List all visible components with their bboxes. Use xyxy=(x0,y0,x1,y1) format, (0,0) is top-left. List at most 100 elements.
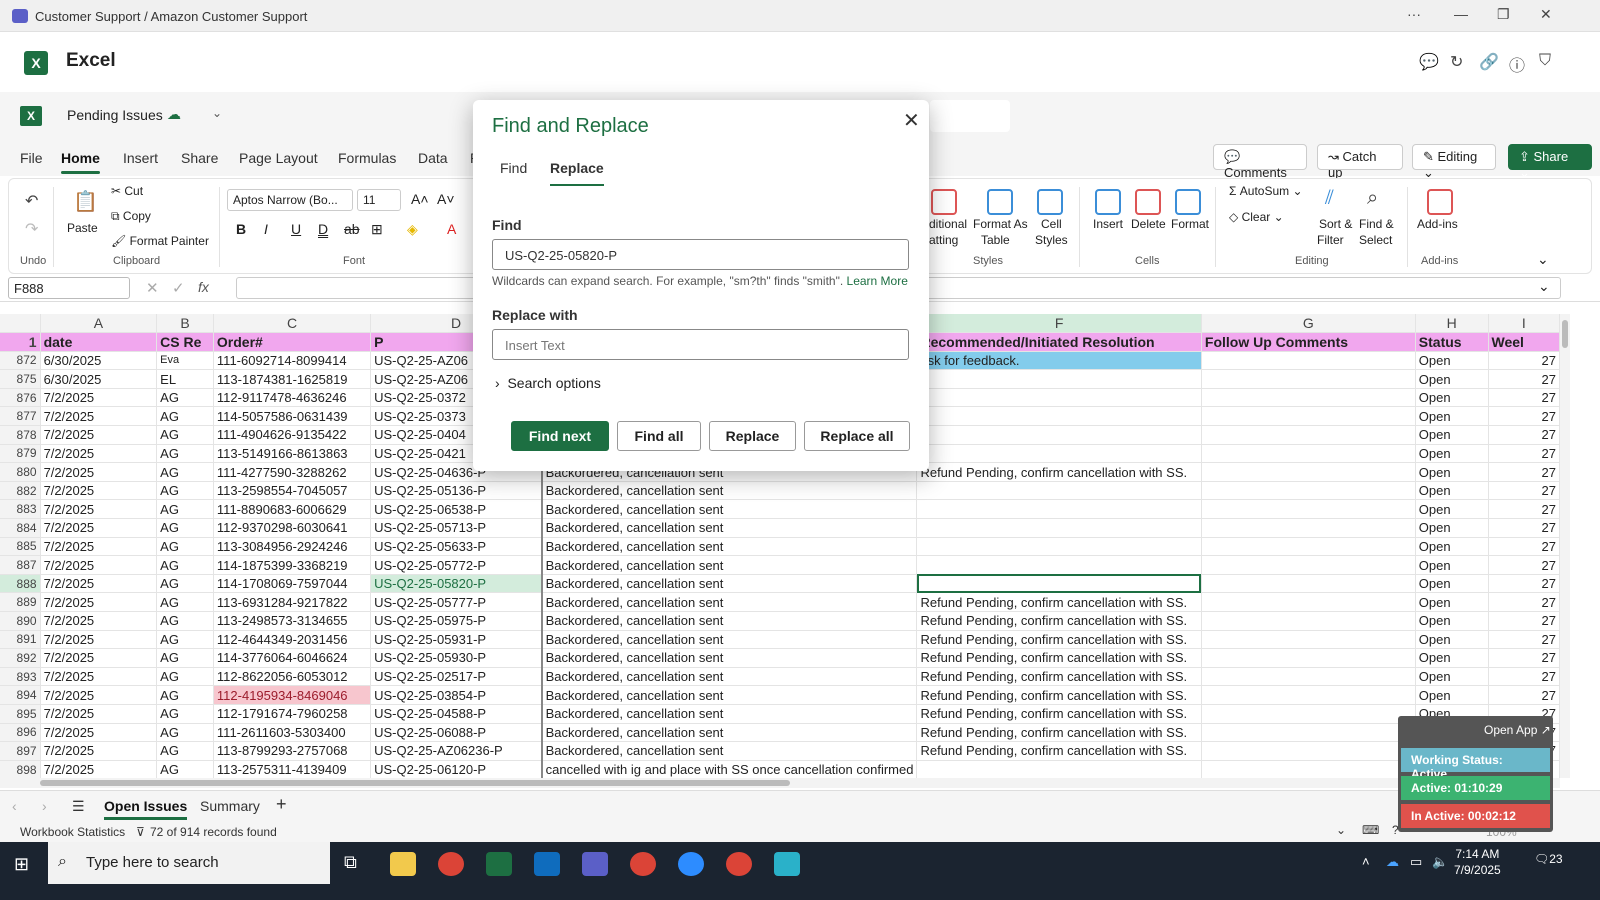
ribbon-collapse-icon[interactable]: ⌄ xyxy=(1537,251,1549,268)
add-ins-button[interactable]: Add-ins xyxy=(1417,217,1458,231)
cell[interactable]: 27 xyxy=(1488,518,1560,538)
row-number[interactable]: 893 xyxy=(0,667,41,687)
find-input[interactable]: US-Q2-25-05820-P xyxy=(492,239,909,270)
cell[interactable]: Open xyxy=(1415,425,1489,445)
cell[interactable]: AG xyxy=(156,667,214,687)
cell[interactable]: 7/2/2025 xyxy=(40,481,158,501)
cell[interactable]: 7/2/2025 xyxy=(40,425,158,445)
row-number[interactable]: 896 xyxy=(0,723,41,743)
conditional-formatting-icon[interactable] xyxy=(931,189,957,215)
cell[interactable]: Backordered, cancellation sent xyxy=(540,537,918,557)
row-number[interactable]: 889 xyxy=(0,592,41,612)
increase-font-icon[interactable]: A˄ xyxy=(411,191,429,207)
cell[interactable]: 27 xyxy=(1488,499,1560,520)
cell[interactable] xyxy=(1201,723,1416,743)
cell[interactable]: 27 xyxy=(1488,388,1560,408)
row-number[interactable]: 875 xyxy=(0,369,41,389)
taskbar-search[interactable]: Type here to search xyxy=(48,842,330,884)
cell[interactable] xyxy=(1201,667,1416,687)
tab-page-layout[interactable]: Page Layout xyxy=(239,150,318,166)
cell[interactable] xyxy=(1201,704,1416,724)
cell[interactable]: 112-1791674-7960258 xyxy=(213,704,372,724)
cell[interactable]: Open xyxy=(1415,481,1489,501)
cell[interactable]: Follow Up Comments xyxy=(1201,332,1416,352)
cell[interactable] xyxy=(916,499,1202,520)
cell[interactable]: Open xyxy=(1415,499,1489,520)
conditional-formatting-label2[interactable]: atting xyxy=(929,233,958,247)
cell[interactable]: Refund Pending, confirm cancellation wit… xyxy=(916,723,1202,743)
row-number[interactable]: 885 xyxy=(0,537,41,557)
cell[interactable]: Open xyxy=(1415,667,1489,687)
cell[interactable]: AG xyxy=(156,537,214,557)
onedrive-icon[interactable]: ☁ xyxy=(1386,854,1399,870)
cell[interactable] xyxy=(916,537,1202,557)
close-icon[interactable]: ✕ xyxy=(903,108,920,133)
row-number[interactable]: 891 xyxy=(0,630,41,650)
maximize-icon[interactable]: ❐ xyxy=(1497,6,1510,23)
cell[interactable]: 7/2/2025 xyxy=(40,518,158,538)
enter-icon[interactable]: ✓ xyxy=(172,279,185,297)
cell[interactable]: Open xyxy=(1415,630,1489,650)
cell[interactable]: US-Q2-25-05820-P xyxy=(370,574,543,594)
cell[interactable]: AG xyxy=(156,574,214,594)
tab-share[interactable]: Share xyxy=(181,150,218,166)
cell[interactable] xyxy=(1201,648,1416,668)
cell[interactable]: Refund Pending, confirm cancellation wit… xyxy=(916,630,1202,650)
chrome-icon[interactable] xyxy=(438,852,464,876)
tab-file[interactable]: File xyxy=(20,150,43,166)
find-all-button[interactable]: Find all xyxy=(617,421,701,451)
cell[interactable]: AG xyxy=(156,741,214,761)
cell[interactable]: 113-8799293-2757068 xyxy=(213,741,372,761)
cell[interactable]: 27 xyxy=(1488,592,1560,612)
double-underline-icon[interactable]: D xyxy=(318,221,328,237)
cell[interactable]: US-Q2-25-05633-P xyxy=(370,537,543,557)
cell[interactable]: AG xyxy=(156,425,214,445)
cell[interactable]: US-Q2-25-02517-P xyxy=(370,667,543,687)
column-header-b[interactable]: B xyxy=(156,314,214,334)
add-ins-icon[interactable] xyxy=(1427,189,1453,215)
cell[interactable]: 6/30/2025 xyxy=(40,369,158,389)
chat-icon[interactable]: 💬 xyxy=(1419,52,1439,72)
cell[interactable]: Backordered, cancellation sent xyxy=(540,704,918,724)
volume-icon[interactable]: 🔈 xyxy=(1432,854,1448,870)
cell[interactable] xyxy=(1201,481,1416,501)
add-sheet-icon[interactable]: + xyxy=(276,794,287,815)
windows-start-icon[interactable]: ⊞ xyxy=(14,854,29,875)
cell[interactable]: Backordered, cancellation sent xyxy=(540,648,918,668)
cell[interactable] xyxy=(916,444,1202,464)
horizontal-scrollbar[interactable] xyxy=(0,778,1560,788)
cell[interactable]: AG xyxy=(156,685,214,705)
paste-button[interactable]: Paste xyxy=(67,221,98,235)
search-box[interactable] xyxy=(930,100,1010,132)
workbook-statistics[interactable]: Workbook Statistics xyxy=(20,825,125,839)
cell[interactable]: Open xyxy=(1415,462,1489,482)
app-icon[interactable] xyxy=(774,852,800,876)
replace-all-button[interactable]: Replace all xyxy=(804,421,910,451)
replace-input[interactable]: Insert Text xyxy=(492,329,909,360)
cell[interactable] xyxy=(1201,462,1416,482)
cell[interactable] xyxy=(1201,555,1416,575)
row-number[interactable]: 890 xyxy=(0,611,41,631)
minimize-icon[interactable]: — xyxy=(1454,6,1468,22)
sheet-tab-open-issues[interactable]: Open Issues xyxy=(104,798,188,820)
cell[interactable]: Refund Pending, confirm cancellation wit… xyxy=(916,462,1202,482)
cell[interactable] xyxy=(1201,351,1416,371)
cell[interactable] xyxy=(916,369,1202,389)
cell[interactable]: 113-2598554-7045057 xyxy=(213,481,372,501)
cell[interactable]: 114-5057586-0631439 xyxy=(213,406,372,427)
cell[interactable]: 112-9370298-6030641 xyxy=(213,518,372,538)
cell[interactable]: Refund Pending, confirm cancellation wit… xyxy=(916,667,1202,687)
cell[interactable]: AG xyxy=(156,406,214,427)
cell[interactable]: 7/2/2025 xyxy=(40,499,158,520)
cell[interactable]: Eva xyxy=(156,351,214,371)
cell[interactable]: US-Q2-25-05975-P xyxy=(370,611,543,631)
cell[interactable]: 112-9117478-4636246 xyxy=(213,388,372,408)
cell[interactable]: 7/2/2025 xyxy=(40,537,158,557)
chrome-icon[interactable] xyxy=(726,852,752,876)
row-number[interactable]: 876 xyxy=(0,388,41,408)
format-as-table-label[interactable]: Format As xyxy=(973,217,1028,231)
tab-find[interactable]: Find xyxy=(500,160,527,176)
delete-cells-icon[interactable] xyxy=(1135,189,1161,215)
cell[interactable]: 112-8622056-6053012 xyxy=(213,667,372,687)
cell[interactable]: Backordered, cancellation sent xyxy=(540,481,918,501)
